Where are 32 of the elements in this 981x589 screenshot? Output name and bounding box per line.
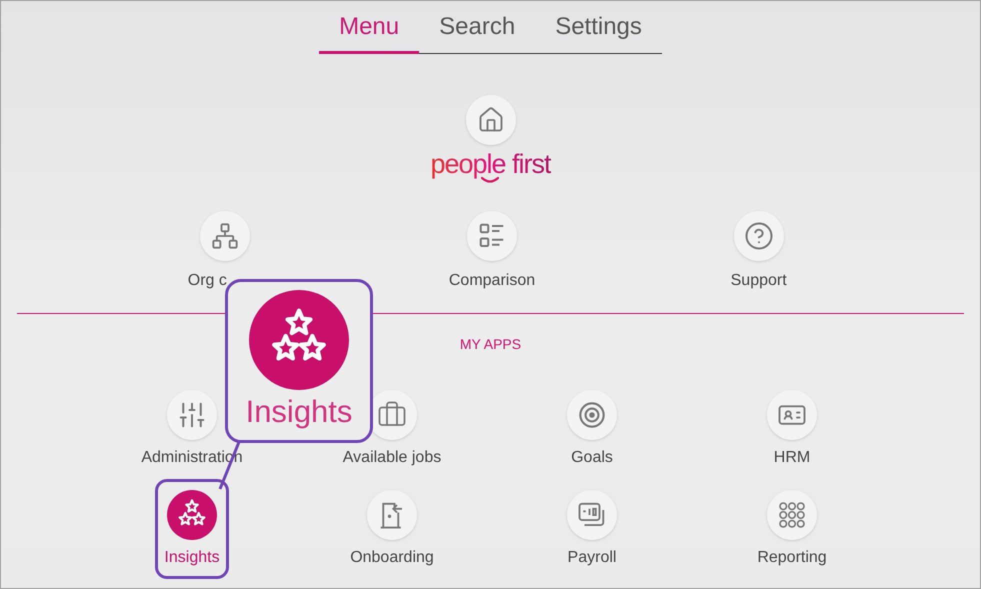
tab[interactable]: Settings: [535, 11, 662, 54]
smile-icon: [481, 177, 500, 183]
app-label: Goals: [571, 448, 613, 468]
section-title: MY APPS: [460, 335, 522, 354]
quick-link-label: Comparison: [448, 271, 536, 291]
app-label: Onboarding: [350, 548, 434, 568]
app-tile[interactable]: Reporting: [748, 479, 836, 579]
target-icon: [578, 401, 606, 429]
quick-link-label: Org c: [188, 271, 227, 291]
home-button[interactable]: [466, 95, 516, 145]
app-label: Available jobs: [342, 448, 442, 468]
app-label: Payroll: [568, 548, 616, 568]
tab[interactable]: Search: [419, 11, 536, 54]
app-tile[interactable]: Insights: [155, 479, 229, 579]
tab[interactable]: Menu: [319, 11, 420, 54]
app-label: HRM: [774, 448, 810, 468]
help-icon: [744, 221, 774, 251]
app-tile[interactable]: Onboarding: [341, 479, 443, 579]
home-icon: [476, 106, 504, 134]
app-tile[interactable]: HRM: [758, 379, 826, 479]
dots-grid-icon: [777, 500, 807, 530]
sliders-icon: [177, 400, 207, 430]
app-label: Reporting: [757, 548, 827, 568]
callout-label: Insights: [246, 393, 352, 431]
quick-link-button[interactable]: [734, 211, 784, 261]
app-tile[interactable]: Payroll: [558, 479, 626, 579]
app-tile[interactable]: Goals: [558, 379, 626, 479]
quick-link-label: Support: [730, 271, 787, 291]
quick-link-button[interactable]: [200, 211, 250, 261]
quick-link-button[interactable]: [466, 211, 517, 261]
org-chart-icon: [211, 222, 240, 250]
app-label: Insights: [164, 548, 220, 568]
